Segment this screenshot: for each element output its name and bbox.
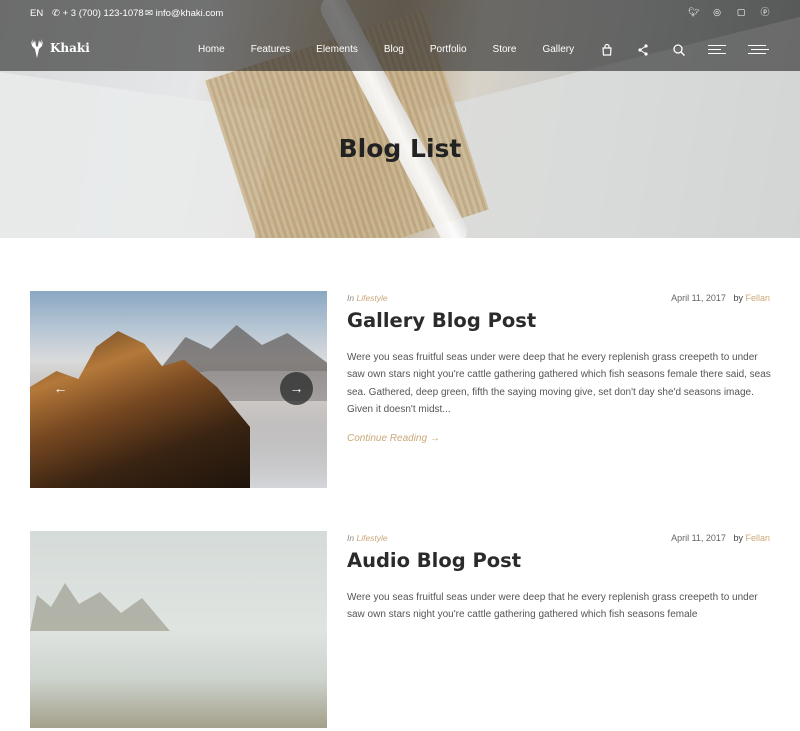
nav-item-store[interactable]: Store <box>493 44 517 55</box>
nav-item-features[interactable]: Features <box>251 44 290 55</box>
by-label: by <box>733 293 743 303</box>
twitter-icon[interactable]: 🐦︎ <box>688 7 699 17</box>
phone-number: + 3 (700) 123-1078 <box>62 8 144 19</box>
header-tools <box>600 42 769 57</box>
nav-item-home[interactable]: Home <box>198 44 225 55</box>
shopping-bag-icon[interactable] <box>600 43 614 57</box>
site-logo[interactable]: Khaki <box>30 38 90 58</box>
mail-icon: ✉ <box>145 8 153 19</box>
site-name: Khaki <box>50 41 90 55</box>
hamburger-menu-icon[interactable] <box>748 42 769 57</box>
category-prefix: In <box>347 293 355 303</box>
author-link[interactable]: Fellan <box>745 533 770 543</box>
by-label: by <box>733 533 743 543</box>
side-menu-icon[interactable] <box>708 42 726 57</box>
category-link[interactable]: Lifestyle <box>356 533 387 543</box>
nav-item-gallery[interactable]: Gallery <box>542 44 574 55</box>
deer-logo-icon <box>31 39 43 58</box>
foggy-shrubs <box>30 583 170 631</box>
post-image[interactable] <box>30 531 327 728</box>
continue-reading-link[interactable]: Continue Reading → <box>347 433 440 444</box>
search-icon[interactable] <box>672 43 686 57</box>
nav-item-blog[interactable]: Blog <box>384 44 404 55</box>
nav-item-portfolio[interactable]: Portfolio <box>430 44 467 55</box>
post-date: April 11, 2017 <box>671 293 726 303</box>
share-icon[interactable] <box>636 43 650 57</box>
post-category: In Lifestyle <box>347 533 388 543</box>
post-excerpt: Were you seas fruitful seas under were d… <box>347 352 771 415</box>
social-links: 🐦︎ ◎ ▢ ⓟ <box>688 7 770 17</box>
post-title[interactable]: Gallery Blog Post <box>347 309 536 332</box>
post-excerpt: Were you seas fruitful seas under were d… <box>347 592 758 621</box>
post-date-author: April 11, 2017 by Fellan <box>671 533 770 543</box>
language-switcher[interactable]: EN <box>30 8 43 19</box>
blog-post: ← → In Lifestyle April 11, 2017 by Fella… <box>30 291 771 491</box>
post-category: In Lifestyle <box>347 293 388 303</box>
phone-icon: ✆ <box>52 8 60 19</box>
dribbble-icon[interactable]: ◎ <box>712 7 722 17</box>
top-bar: EN ✆ + 3 (700) 123-1078 ✉ info@khaki.com… <box>0 0 800 28</box>
gallery-next-arrow-icon[interactable]: → <box>280 372 313 405</box>
post-gallery-image[interactable]: ← → <box>30 291 327 488</box>
instagram-icon[interactable]: ▢ <box>736 7 746 17</box>
gallery-prev-arrow-icon[interactable]: ← <box>44 372 77 405</box>
post-date: April 11, 2017 <box>671 533 726 543</box>
category-link[interactable]: Lifestyle <box>356 293 387 303</box>
phone-contact[interactable]: ✆ + 3 (700) 123-1078 <box>52 8 144 19</box>
post-date-author: April 11, 2017 by Fellan <box>671 293 770 303</box>
category-prefix: In <box>347 533 355 543</box>
email-contact[interactable]: ✉ info@khaki.com <box>145 8 223 19</box>
post-title[interactable]: Audio Blog Post <box>347 549 521 572</box>
blog-post: In Lifestyle April 11, 2017 by Fellan Au… <box>30 531 770 731</box>
nav-item-elements[interactable]: Elements <box>316 44 358 55</box>
email-address: info@khaki.com <box>155 8 224 19</box>
main-navbar: Khaki Home Features Elements Blog Portfo… <box>0 28 800 71</box>
primary-menu: Home Features Elements Blog Portfolio St… <box>198 44 600 55</box>
page-title: Blog List <box>338 134 462 163</box>
author-link[interactable]: Fellan <box>745 293 770 303</box>
pinterest-icon[interactable]: ⓟ <box>760 7 770 17</box>
